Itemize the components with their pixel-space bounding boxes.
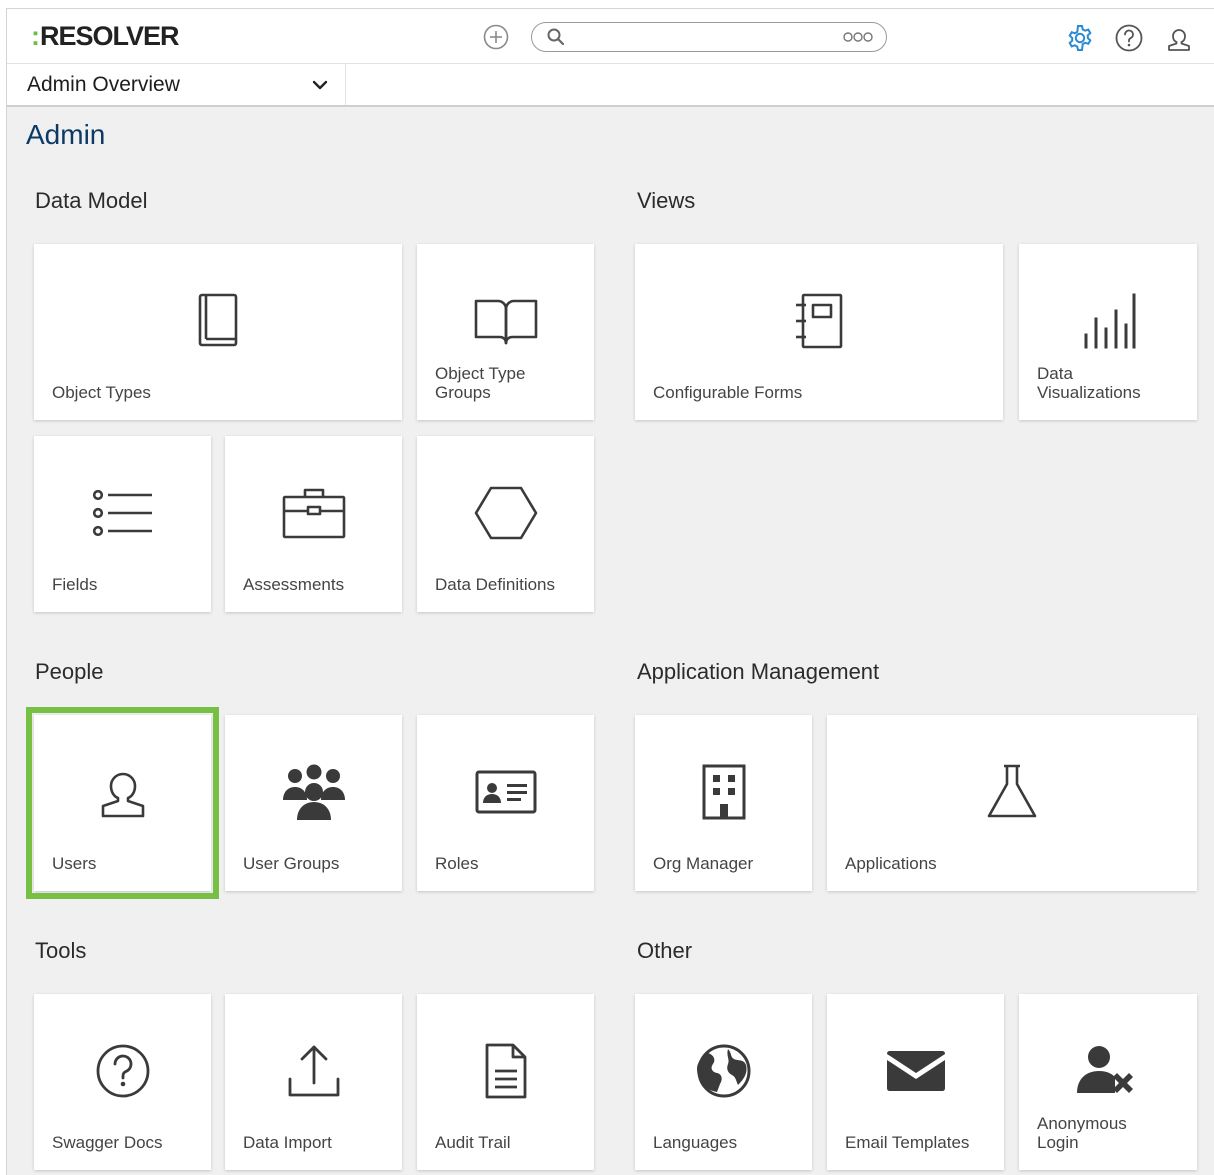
- tile-data-visualizations[interactable]: Data Visualizations: [1019, 244, 1197, 420]
- briefcase-icon: [281, 480, 347, 546]
- tile-fields[interactable]: Fields: [34, 436, 211, 612]
- tile-applications[interactable]: Applications: [827, 715, 1197, 891]
- tile-label: Languages: [653, 1133, 738, 1152]
- section-title-people: People: [35, 659, 104, 684]
- book-icon: [185, 288, 251, 354]
- tile-label: Applications: [845, 854, 937, 873]
- user-group-icon: [281, 759, 347, 825]
- tile-swagger-docs[interactable]: Swagger Docs: [34, 994, 211, 1170]
- tile-label: Email Templates: [845, 1133, 970, 1152]
- admin-overview-dropdown[interactable]: Admin Overview: [7, 64, 346, 105]
- section-title-data-model: Data Model: [35, 188, 148, 213]
- building-icon: [691, 759, 757, 825]
- section-title-application-management: Application Management: [637, 659, 880, 684]
- dropdown-label: Admin Overview: [27, 73, 180, 96]
- tile-user-groups[interactable]: User Groups: [225, 715, 402, 891]
- tile-label: Roles: [435, 854, 479, 873]
- search-input[interactable]: [531, 22, 887, 52]
- tile-roles[interactable]: Roles: [417, 715, 594, 891]
- upload-icon: [281, 1038, 347, 1104]
- tile-object-type-groups[interactable]: Object Type Groups: [417, 244, 594, 420]
- tile-audit-trail[interactable]: Audit Trail: [417, 994, 594, 1170]
- tile-data-import[interactable]: Data Import: [225, 994, 402, 1170]
- tile-label: Data Definitions: [435, 575, 556, 594]
- tile-label: Anonymous Login: [1037, 1114, 1127, 1152]
- search-icon: [547, 28, 565, 46]
- open-book-icon: [473, 288, 539, 354]
- app-window: :RESOLVER Admin Overview Admin Data Mode…: [6, 8, 1214, 1175]
- tile-languages[interactable]: Languages: [635, 994, 812, 1170]
- user-icon[interactable]: [1164, 23, 1194, 53]
- tile-label: Configurable Forms: [653, 383, 803, 402]
- help-icon[interactable]: [1114, 23, 1144, 53]
- tile-label: Data Import: [243, 1133, 332, 1152]
- more-options-icon[interactable]: [842, 28, 874, 46]
- tile-label: Fields: [52, 575, 98, 594]
- tile-label: Object Type Groups: [435, 364, 526, 402]
- tile-label: Assessments: [243, 575, 345, 594]
- tile-configurable-forms[interactable]: Configurable Forms: [635, 244, 1003, 420]
- list-icon: [90, 480, 156, 546]
- chevron-down-icon: [312, 80, 328, 90]
- plus-icon[interactable]: [483, 24, 509, 50]
- tile-org-manager[interactable]: Org Manager: [635, 715, 812, 891]
- flask-icon: [979, 759, 1045, 825]
- user-remove-icon: [1075, 1038, 1141, 1104]
- page-title: Admin: [26, 119, 106, 150]
- section-title-other: Other: [637, 938, 693, 963]
- id-card-icon: [473, 759, 539, 825]
- user-icon: [90, 759, 156, 825]
- section-title-tools: Tools: [35, 938, 87, 963]
- top-bar: :RESOLVER: [7, 9, 1214, 64]
- tile-label: Swagger Docs: [52, 1133, 163, 1152]
- logo-colon: :: [31, 21, 40, 51]
- tile-anonymous-login[interactable]: Anonymous Login: [1019, 994, 1197, 1170]
- envelope-icon: [883, 1038, 949, 1104]
- resolver-logo[interactable]: :RESOLVER: [31, 21, 180, 52]
- document-icon: [473, 1038, 539, 1104]
- tile-label: Org Manager: [653, 854, 754, 873]
- notebook-icon: [786, 288, 852, 354]
- sub-nav-bar: Admin Overview: [7, 64, 1214, 107]
- tile-label: Object Types: [52, 383, 151, 402]
- tile-label: Audit Trail: [435, 1133, 511, 1152]
- tile-data-definitions[interactable]: Data Definitions: [417, 436, 594, 612]
- hexagon-icon: [473, 480, 539, 546]
- bar-chart-icon: [1075, 288, 1141, 354]
- tile-label: Users: [52, 854, 97, 873]
- section-title-views: Views: [637, 188, 696, 213]
- tile-label: User Groups: [243, 854, 340, 873]
- tile-label: Data Visualizations: [1037, 364, 1141, 402]
- globe-icon: [691, 1038, 757, 1104]
- tile-object-types[interactable]: Object Types: [34, 244, 402, 420]
- tile-assessments[interactable]: Assessments: [225, 436, 402, 612]
- logo-text: RESOLVER: [40, 21, 180, 51]
- tile-email-templates[interactable]: Email Templates: [827, 994, 1004, 1170]
- tile-users[interactable]: Users: [26, 707, 219, 899]
- help-circle-icon: [90, 1038, 156, 1104]
- gear-icon[interactable]: [1065, 23, 1095, 53]
